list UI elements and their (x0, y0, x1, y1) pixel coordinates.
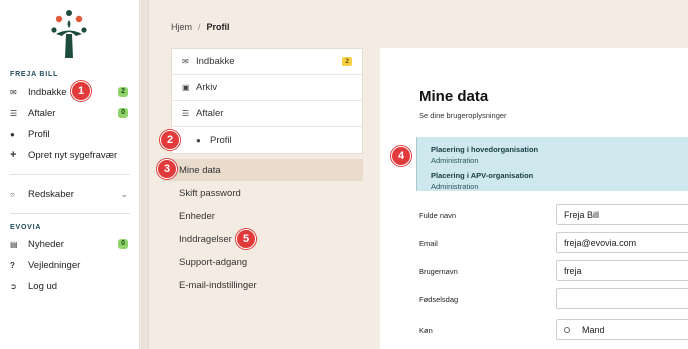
inbox-icon: ✉ (182, 57, 189, 66)
birthday-field[interactable] (556, 288, 688, 309)
submenu-item-appointments[interactable]: ☰ Aftaler (172, 101, 362, 127)
settings-link-my-data[interactable]: Mine data (163, 159, 363, 181)
username-label: Brugernavn (419, 267, 458, 276)
inbox-count-badge: 2 (342, 57, 352, 66)
info-apv-org-value: Administration (431, 182, 479, 191)
user-icon: ● (196, 135, 201, 145)
submenu-item-archive[interactable]: ▣ Arkiv (172, 75, 362, 101)
callout-marker-2: 2 (160, 130, 180, 150)
gender-label: Køn (419, 326, 433, 335)
nav-item-appointments[interactable]: ☰ Aftaler 0 (10, 105, 132, 121)
submenu-item-profile[interactable]: ● Profil (172, 127, 362, 153)
settings-link-units[interactable]: Enheder (163, 205, 363, 227)
breadcrumb-home-link[interactable]: Hjem (171, 22, 192, 32)
callout-marker-4: 4 (391, 146, 411, 166)
submenu-item-inbox[interactable]: ✉ Indbakke 2 (172, 49, 362, 75)
info-apv-org-title: Placering i APV-organisation (431, 171, 534, 180)
info-main-org-value: Administration (431, 156, 479, 165)
breadcrumb-separator: / (198, 22, 201, 32)
callout-marker-3: 3 (157, 159, 177, 179)
logo-icon (51, 10, 87, 58)
chat-icon: ○ (10, 189, 15, 199)
my-data-card: Mine data Se dine brugeroplysninger Plac… (380, 48, 688, 349)
main-navigation: FREJA BILL ✉ Indbakke 2 ☰ Aftaler 0 ● Pr… (0, 0, 140, 349)
page-subtitle: Se dine brugeroplysninger (419, 111, 507, 120)
birthday-label: Fødselsdag (419, 295, 459, 304)
nav-divider (10, 213, 130, 214)
settings-link-involvements[interactable]: Inddragelser (163, 228, 363, 250)
list-icon: ☰ (10, 108, 18, 118)
radio-circle-icon (564, 326, 570, 333)
appointments-count-badge: 0 (118, 108, 128, 118)
user-icon: ● (10, 129, 15, 139)
panel-gutter (141, 0, 149, 349)
info-main-org-title: Placering i hovedorganisation (431, 145, 539, 154)
news-count-badge: 0 (118, 239, 128, 249)
nav-item-tools[interactable]: ○ Redskaber ⌄ (10, 186, 132, 202)
archive-icon: ▣ (182, 83, 190, 92)
email-field[interactable] (556, 232, 688, 253)
callout-marker-5: 5 (236, 229, 256, 249)
profile-submenu: ✉ Indbakke 2 ▣ Arkiv ☰ Aftaler ● Profil (171, 48, 363, 154)
page-title: Mine data (419, 88, 489, 105)
chevron-down-icon: ⌄ (120, 188, 128, 199)
username-field[interactable] (556, 260, 688, 281)
nav-item-guides[interactable]: ? Vejledninger (10, 257, 132, 273)
full-name-label: Fulde navn (419, 211, 457, 220)
organisation-info-box: Placering i hovedorganisation Administra… (416, 137, 688, 191)
nav-section-org: EVOVIA (10, 224, 42, 231)
settings-link-change-password[interactable]: Skift password (163, 182, 363, 204)
inbox-count-badge: 2 (118, 87, 128, 97)
full-name-field[interactable] (556, 204, 688, 225)
plus-icon: + (10, 149, 17, 161)
settings-link-email-settings[interactable]: E-mail-indstillinger (163, 274, 363, 296)
question-icon: ? (10, 260, 15, 270)
nav-item-logout[interactable]: ➲ Log ud (10, 278, 132, 294)
nav-section-user: FREJA BILL (10, 71, 59, 78)
callout-marker-1: 1 (71, 81, 91, 101)
news-icon: ▤ (10, 239, 18, 249)
nav-item-profile[interactable]: ● Profil (10, 126, 132, 142)
settings-link-support-access[interactable]: Support-adgang (163, 251, 363, 273)
nav-item-new-absence[interactable]: + Opret nyt sygefravær (10, 147, 132, 163)
list-icon: ☰ (182, 109, 190, 118)
breadcrumb-current: Profil (206, 22, 230, 32)
gender-radio-male[interactable]: Mand (556, 319, 688, 340)
inbox-icon: ✉ (10, 87, 17, 97)
nav-item-news[interactable]: ▤ Nyheder 0 (10, 236, 132, 252)
breadcrumb: Hjem / Profil (171, 22, 230, 32)
email-label: Email (419, 239, 438, 248)
logout-icon: ➲ (10, 281, 17, 291)
nav-divider (10, 174, 130, 175)
gender-option-label: Mand (582, 324, 605, 335)
